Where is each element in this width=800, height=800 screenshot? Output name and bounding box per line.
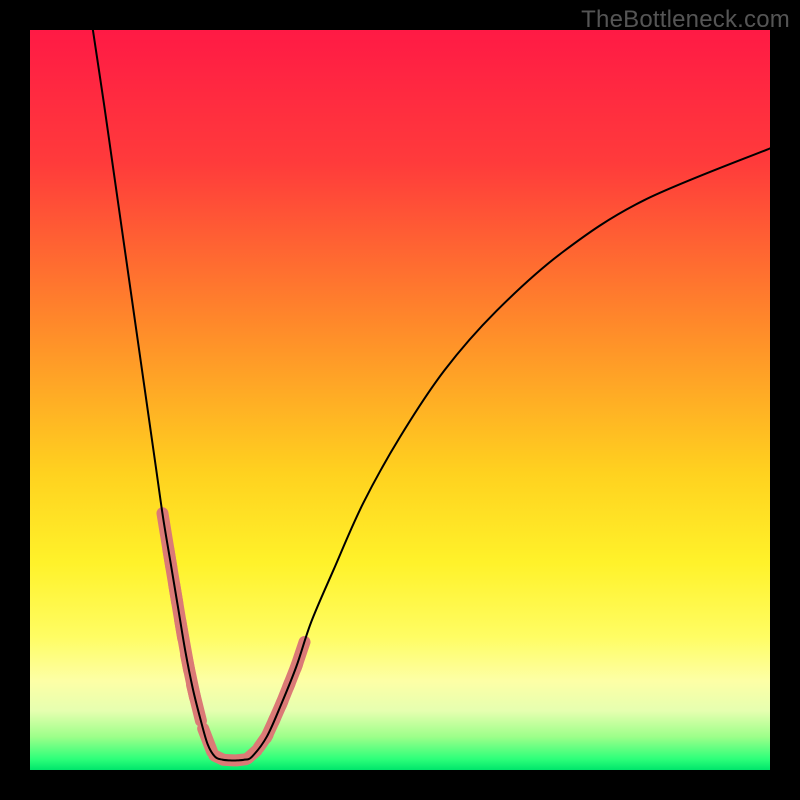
marker-cluster-right (259, 642, 305, 748)
bottleneck-curve (93, 30, 770, 760)
chart-svg (30, 30, 770, 770)
watermark-text: TheBottleneck.com (581, 6, 790, 34)
marker-cluster-floor (203, 729, 256, 761)
outer-frame: TheBottleneck.com (0, 0, 800, 800)
plot-area (30, 30, 770, 770)
